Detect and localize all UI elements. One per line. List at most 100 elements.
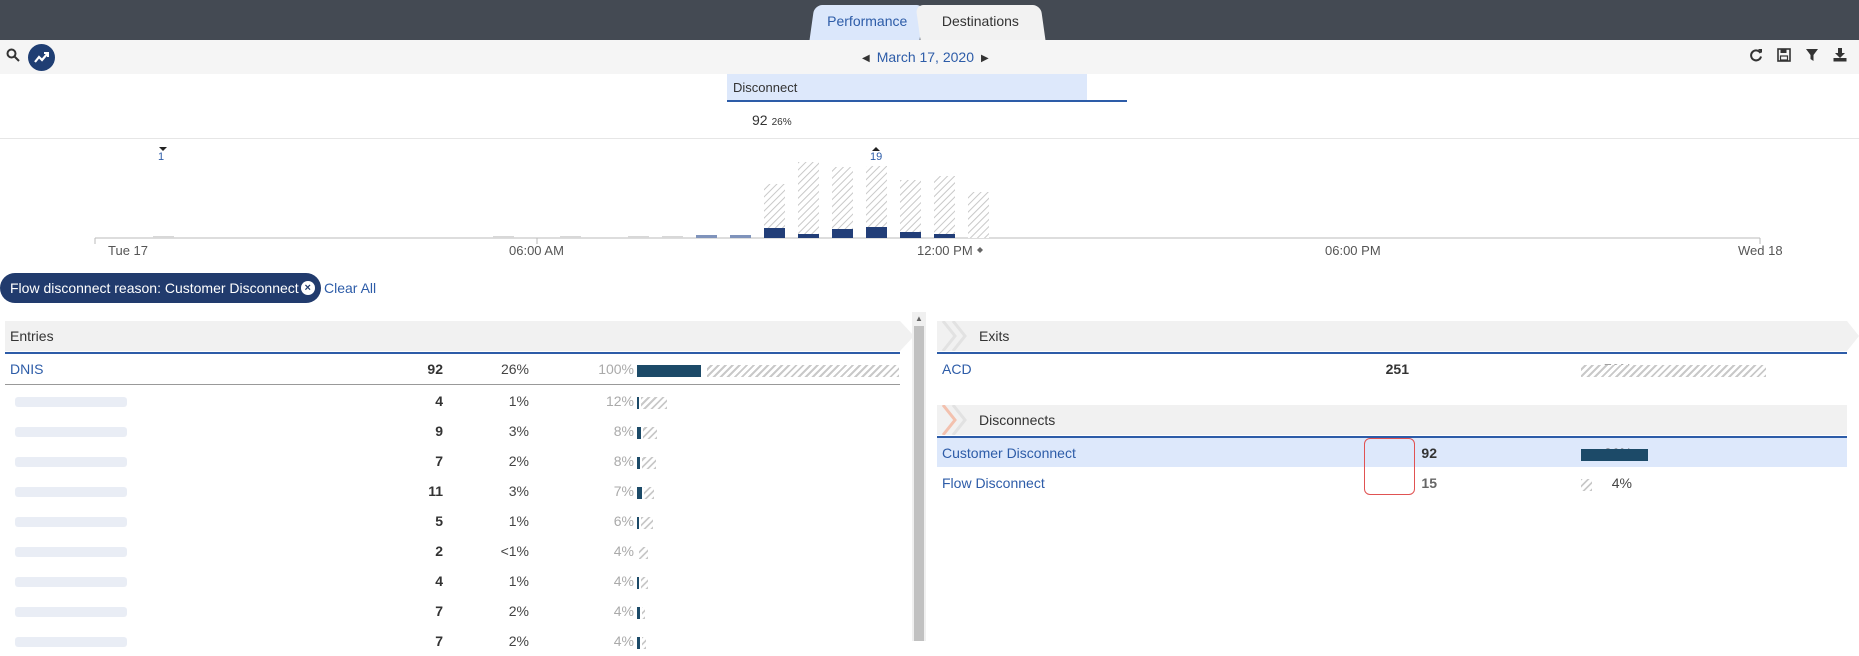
entries-summary-bar-remaining: [707, 365, 899, 377]
entries-row[interactable]: 11 3% 7%: [5, 476, 900, 506]
exits-header: Exits: [937, 321, 1859, 351]
tick-label: Wed 18: [1738, 243, 1783, 258]
entries-row-count: 7: [435, 603, 443, 619]
entries-row[interactable]: 9 3% 8%: [5, 416, 900, 446]
chart-bar-total: [934, 176, 955, 238]
exits-row[interactable]: ACD 251 70%: [937, 354, 1847, 384]
entries-row-count: 9: [435, 423, 443, 439]
entries-row[interactable]: 4 1% 4%: [5, 566, 900, 596]
entries-summary-bar: [637, 365, 701, 377]
entries-row[interactable]: 7 2% 4%: [5, 596, 900, 626]
entries-summary-row[interactable]: DNIS 92 26% 100%: [5, 354, 900, 384]
entries-row-pct: 3%: [508, 483, 529, 499]
entries-row-pct2: 12%: [605, 393, 634, 409]
entries-row-pct2: 4%: [613, 603, 634, 619]
disconnect-row-label[interactable]: Flow Disconnect: [942, 475, 1045, 491]
entries-row-pct2: 7%: [613, 483, 634, 499]
disconnect-row-bar: [1581, 449, 1648, 461]
chart-bar-disconnect: [832, 229, 853, 238]
entries-row[interactable]: 7 2% 4%: [5, 626, 900, 656]
entries-row-pct2: 4%: [613, 543, 634, 559]
redacted-label[interactable]: [15, 487, 127, 497]
scroll-up-icon[interactable]: ▲: [915, 314, 923, 323]
next-date-icon[interactable]: ▶: [974, 53, 996, 64]
chart-bar-disconnect: [764, 228, 785, 238]
entries-row[interactable]: 5 1% 6%: [5, 506, 900, 536]
entries-row-pct: 3%: [508, 423, 529, 439]
redacted-label[interactable]: [15, 607, 127, 617]
entries-row-pct2: 8%: [613, 453, 634, 469]
disconnect-row-label[interactable]: Customer Disconnect: [942, 445, 1076, 461]
filter-icon[interactable]: [1803, 48, 1821, 66]
exits-row-bar: [1581, 365, 1766, 377]
exits-row-label[interactable]: ACD: [942, 361, 972, 377]
marker-left-label: 1: [158, 151, 165, 163]
entries-scrollbar[interactable]: ▲: [912, 312, 926, 641]
entries-row-pct: 1%: [508, 513, 529, 529]
summary-pct: 26%: [771, 117, 792, 128]
tick-label: 06:00 PM: [1325, 243, 1381, 258]
clear-all-link[interactable]: Clear All: [324, 280, 376, 296]
exits-title: Exits: [979, 328, 1010, 344]
entries-row-bar: [637, 427, 641, 439]
current-date[interactable]: March 17, 2020: [877, 49, 974, 65]
chart-bar: [662, 236, 683, 238]
entries-summary-pct2: 100%: [598, 361, 634, 377]
entries-row-pct2: 4%: [613, 573, 634, 589]
entries-row[interactable]: 2 <1% 4%: [5, 536, 900, 566]
entries-row-bar-remaining: [641, 577, 648, 589]
entries-row-bar-remaining: [643, 427, 657, 439]
entries-row-pct: 2%: [508, 633, 529, 649]
exits-row-count: 251: [1385, 361, 1409, 377]
entries-row-count: 4: [435, 573, 443, 589]
chart-bar-total: [968, 192, 989, 238]
chart-bar-disconnect: [798, 234, 819, 238]
redacted-label[interactable]: [15, 427, 127, 437]
top-tab-bar: Performance Destinations: [0, 0, 1859, 40]
entries-row-bar-remaining: [641, 517, 653, 529]
entries-summary-label[interactable]: DNIS: [10, 361, 43, 377]
chart-bar: [493, 236, 514, 238]
prev-date-icon[interactable]: ◀: [855, 53, 877, 64]
tab-destinations[interactable]: Destinations: [915, 5, 1046, 40]
entries-row[interactable]: 4 1% 12%: [5, 386, 900, 416]
scroll-thumb[interactable]: [914, 326, 924, 641]
entries-row[interactable]: 7 2% 8%: [5, 446, 900, 476]
timeline-chart: 1 19 Tue 17 06:00 AM 12:00 PM 06:00 PM W…: [0, 140, 1859, 265]
filter-chip[interactable]: Flow disconnect reason: Customer Disconn…: [0, 273, 321, 303]
double-chevron-icon: [941, 405, 967, 435]
tab-performance[interactable]: Performance: [809, 5, 925, 40]
chart-bar-total: [832, 167, 853, 238]
redacted-label[interactable]: [15, 637, 127, 647]
summary-underline: [727, 100, 1127, 102]
search-icon[interactable]: [4, 48, 22, 66]
summary-header[interactable]: Disconnect: [727, 74, 1087, 101]
entries-row-pct: 1%: [508, 393, 529, 409]
entries-row-count: 7: [435, 633, 443, 649]
redacted-label[interactable]: [15, 397, 127, 407]
redacted-label[interactable]: [15, 577, 127, 587]
entries-row-bar: [637, 637, 640, 649]
entries-row-bar: [637, 577, 639, 589]
refresh-icon[interactable]: [1747, 48, 1765, 66]
chart-bar-disconnect: [900, 232, 921, 238]
entries-row-count: 4: [435, 393, 443, 409]
count-highlight-outline: [1364, 438, 1415, 495]
save-icon[interactable]: [1775, 48, 1793, 66]
redacted-label[interactable]: [15, 517, 127, 527]
entries-row-pct: 2%: [508, 603, 529, 619]
toolbar: ◀ March 17, 2020 ▶: [0, 40, 1859, 74]
entries-row-bar-remaining: [641, 397, 667, 409]
chart-bar-disconnect: [934, 234, 955, 238]
download-icon[interactable]: [1831, 48, 1849, 66]
summary-count: 92: [752, 112, 768, 128]
divider: [0, 138, 1859, 139]
entries-row-bar: [637, 457, 640, 469]
trend-chart-icon[interactable]: [28, 44, 55, 71]
redacted-label[interactable]: [15, 457, 127, 467]
redacted-label[interactable]: [15, 547, 127, 557]
entries-row-count: 2: [435, 543, 443, 559]
disconnects-header: Disconnects: [937, 405, 1847, 435]
close-icon[interactable]: ×: [300, 281, 315, 295]
chart-bar: [153, 236, 174, 238]
